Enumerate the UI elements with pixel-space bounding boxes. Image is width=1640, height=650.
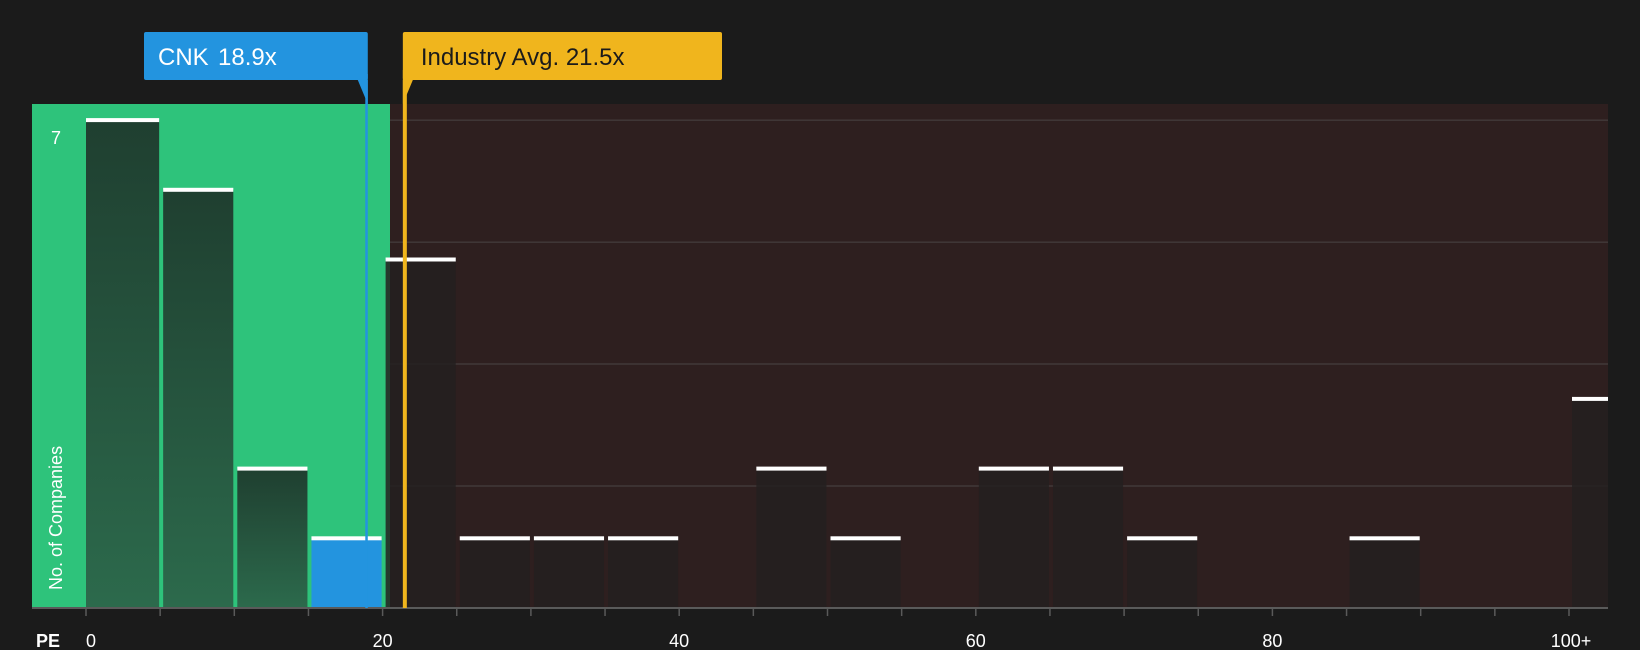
bar-top-65-70 (1052, 466, 1124, 471)
x-tick-label-80: 80 (1262, 631, 1282, 650)
cnk-callout-ticker: CNK (158, 44, 209, 71)
bar-10-15 (237, 468, 308, 608)
bar-70-75 (1127, 538, 1198, 608)
bar-65-70 (1052, 468, 1124, 608)
bar-top-20-25 (385, 257, 456, 262)
x-tick-label-0: 0 (86, 631, 96, 650)
bar-25-30 (459, 538, 530, 608)
x-axis-title: PE (36, 631, 60, 650)
bar-top-85-90 (1349, 536, 1420, 541)
bar-top-10-15 (237, 466, 308, 471)
y-tick-label-7: 7 (51, 128, 61, 148)
cnk-callout-value: 18.9x (218, 44, 277, 71)
bar-top-100-103 (1572, 396, 1608, 401)
x-tick-label-20: 20 (373, 631, 393, 650)
bar-top-45-50 (756, 466, 827, 471)
x-tick-label-100plus: 100+ (1551, 631, 1592, 650)
bar-top-70-75 (1127, 536, 1198, 541)
bar-top-35-40 (608, 536, 679, 541)
bar-top-15-20 (311, 536, 382, 541)
bar-top-60-65 (978, 466, 1049, 471)
bar-top-5-10 (163, 187, 234, 192)
pe-histogram-chart: 7 No. of Companies PE 0 20 40 60 80 100+ CNK 1… (0, 0, 1640, 650)
bar-15-20 (311, 538, 382, 608)
bar-0-5 (86, 120, 160, 608)
bar-top-50-55 (830, 536, 901, 541)
x-tick-label-60: 60 (966, 631, 986, 650)
bar-50-55 (830, 538, 901, 608)
x-tick-label-40: 40 (669, 631, 689, 650)
bar-20-25 (385, 259, 456, 608)
industry-avg-callout-label: Industry Avg. 21.5x (421, 44, 625, 71)
bar-85-90 (1349, 538, 1420, 608)
bar-35-40 (608, 538, 679, 608)
bar-45-50 (756, 468, 827, 608)
bar-5-10 (163, 189, 234, 609)
y-axis-title: No. of Companies (46, 446, 66, 590)
industry-avg-marker-line (402, 70, 407, 608)
bar-top-0-5 (86, 118, 160, 123)
bar-100-103 (1572, 398, 1608, 608)
bar-30-35 (533, 538, 605, 608)
bar-60-65 (978, 468, 1049, 608)
bar-top-25-30 (459, 536, 530, 541)
cnk-marker-line (365, 74, 368, 608)
bar-top-30-35 (533, 536, 605, 541)
